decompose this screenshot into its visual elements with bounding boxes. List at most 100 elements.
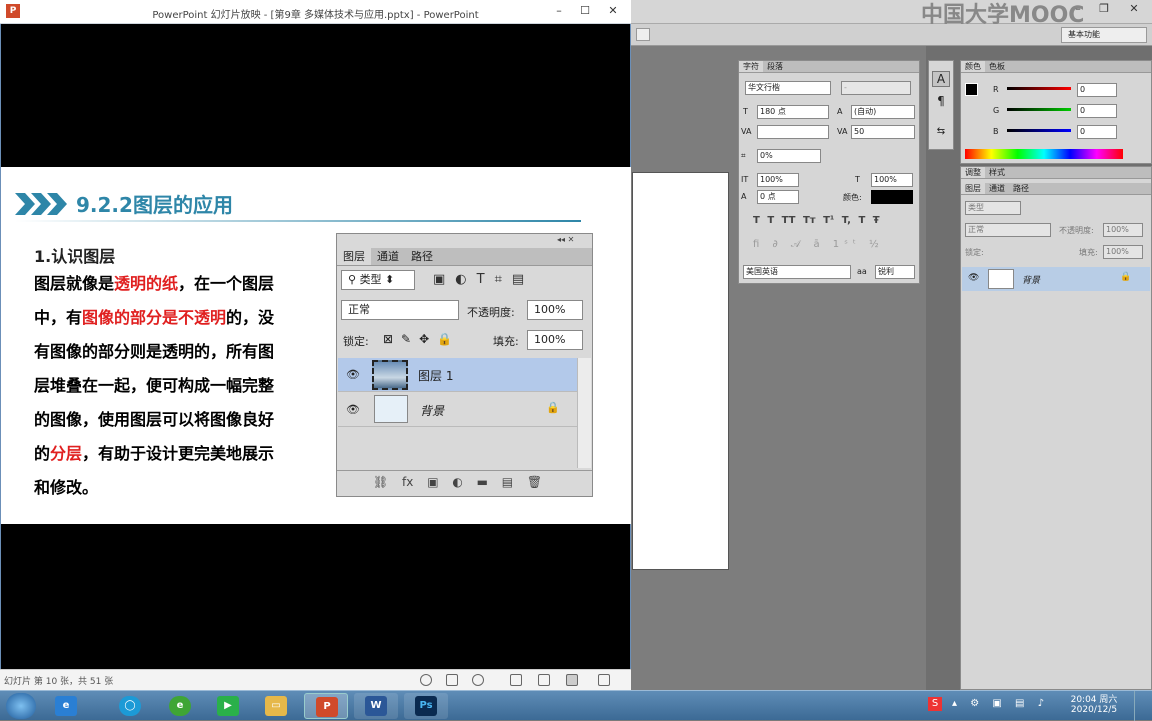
lock-label: 锁定: xyxy=(343,335,369,348)
language-select[interactable]: 美国英语 xyxy=(743,265,851,279)
restore-icon[interactable]: ☐ xyxy=(572,2,598,20)
slide-subheading: 1.认识图层 xyxy=(34,247,116,266)
tracking-field[interactable]: 50 xyxy=(851,125,915,139)
tab-swatches[interactable]: 色板 xyxy=(985,61,1009,72)
taskbar-video[interactable]: ▶ xyxy=(206,693,250,719)
tab-styles[interactable]: 样式 xyxy=(985,167,1009,178)
photoshop-options-bar: 基本功能 xyxy=(631,24,1152,46)
history-icon[interactable]: ⇆ xyxy=(932,126,950,142)
taskbar-ie[interactable]: e xyxy=(44,693,88,719)
green-slider[interactable] xyxy=(1007,108,1071,111)
tsume-field[interactable]: 0% xyxy=(757,149,821,163)
clock-date[interactable]: 2020/12/5 xyxy=(1066,705,1122,715)
photoshop-icon: Ps xyxy=(415,696,437,716)
browser-icon: ◯ xyxy=(119,696,141,716)
taskbar: e ◯ e ▶ ▭ P W Ps S ▴ ⚙ ▣ ▤ ♪ 20:04 周六 20… xyxy=(0,690,1152,721)
opacity-label: 不透明度: xyxy=(467,306,515,319)
sorter-view-icon[interactable] xyxy=(538,674,550,686)
foreground-color-swatch[interactable] xyxy=(965,83,978,96)
eye-icon: 👁 xyxy=(346,403,360,416)
tab-paragraph[interactable]: 段落 xyxy=(763,61,787,72)
text-style-button[interactable]: T xyxy=(753,215,767,226)
opacity-field[interactable]: 100% xyxy=(1103,223,1143,237)
blue-slider[interactable] xyxy=(1007,129,1071,132)
blend-mode-select[interactable]: 正常 xyxy=(965,223,1051,237)
folder-icon: ▭ xyxy=(265,696,287,716)
opacity-field: 100% xyxy=(527,300,583,320)
slide[interactable]: 9.2.2图层的应用 1.认识图层 图层就像是透明的纸，在一个图层 中，有图像的部… xyxy=(1,167,631,524)
workspace-select[interactable]: 基本功能 xyxy=(1061,27,1147,43)
text-style-button[interactable]: T¹ xyxy=(823,215,842,226)
tab-adjustments[interactable]: 调整 xyxy=(961,167,985,178)
taskbar-powerpoint[interactable]: P xyxy=(304,693,348,719)
prev-icon[interactable] xyxy=(420,674,432,686)
restore-icon[interactable]: ❐ xyxy=(1091,0,1117,18)
document-canvas[interactable] xyxy=(632,172,729,570)
vertical-scale-field[interactable]: 100% xyxy=(757,173,799,187)
text-tool-icon[interactable]: A xyxy=(932,71,950,87)
options-button[interactable] xyxy=(636,28,650,41)
show-desktop-button[interactable] xyxy=(1134,691,1152,721)
taskbar-browser[interactable]: ◯ xyxy=(108,693,152,719)
paragraph-icon[interactable]: ¶ xyxy=(932,94,950,110)
color-spectrum[interactable] xyxy=(965,149,1123,159)
text-style-button[interactable]: Ŧ xyxy=(873,215,880,226)
antialias-select[interactable]: 锐利 xyxy=(875,265,915,279)
kerning-field[interactable] xyxy=(757,125,829,139)
font-style-select[interactable]: - xyxy=(841,81,911,95)
horizontal-scale-field[interactable]: 100% xyxy=(871,173,913,187)
eye-icon: 👁 xyxy=(346,368,360,381)
font-family-select[interactable]: 华文行楷 xyxy=(745,81,831,95)
tab-paths[interactable]: 路径 xyxy=(1009,183,1033,194)
font-size-field[interactable]: 180 点 xyxy=(757,105,829,119)
ps-layer-background[interactable]: 👁 背景 🔒 xyxy=(962,267,1150,291)
sogou-icon[interactable]: S xyxy=(928,697,942,711)
window-title: PowerPoint 幻灯片放映 - [第9章 多媒体技术与应用.pptx] -… xyxy=(152,10,479,21)
slide-body-line: 中，有图像的部分是不透明的，没 xyxy=(34,301,274,335)
start-button[interactable] xyxy=(6,693,36,719)
blue-value[interactable]: 0 xyxy=(1077,125,1117,139)
next-icon[interactable] xyxy=(472,674,484,686)
fill-field[interactable]: 100% xyxy=(1103,245,1143,259)
baseline-field[interactable]: 0 点 xyxy=(757,190,799,204)
close-icon[interactable]: ✕ xyxy=(600,2,626,20)
red-slider[interactable] xyxy=(1007,87,1071,90)
red-value[interactable]: 0 xyxy=(1077,83,1117,97)
close-icon[interactable]: ✕ xyxy=(1121,0,1147,18)
blend-mode-select: 正常 xyxy=(341,300,459,320)
layer-filter-select[interactable]: 类型 xyxy=(965,201,1021,215)
green-value[interactable]: 0 xyxy=(1077,104,1117,118)
text-style-button[interactable]: T xyxy=(858,215,872,226)
text-style-button[interactable]: Tт xyxy=(803,215,823,226)
tray-icons[interactable]: ▴ ⚙ ▣ ▤ ♪ xyxy=(952,698,1049,709)
body-text: 有图像的部分则是透明的，所有图 xyxy=(34,342,275,361)
taskbar-photoshop[interactable]: Ps xyxy=(404,693,448,719)
tab-layers[interactable]: 图层 xyxy=(961,183,985,194)
menu-icon[interactable] xyxy=(446,674,458,686)
opacity-label: 不透明度: xyxy=(1059,226,1094,235)
slideshow-icon[interactable] xyxy=(598,674,610,686)
taskbar-explorer[interactable]: ▭ xyxy=(254,693,298,719)
tab-color[interactable]: 颜色 xyxy=(961,61,985,72)
minimize-icon[interactable]: – xyxy=(546,2,572,20)
normal-view-icon[interactable] xyxy=(510,674,522,686)
taskbar-word[interactable]: W xyxy=(354,693,398,719)
reading-view-icon[interactable] xyxy=(566,674,578,686)
text-style-button[interactable]: TT xyxy=(782,215,803,226)
slide-body-line: 图层就像是透明的纸，在一个图层 xyxy=(34,267,274,301)
tab-channels[interactable]: 通道 xyxy=(985,183,1009,194)
leading-field[interactable]: (自动) xyxy=(851,105,915,119)
layer-thumbnail xyxy=(374,395,408,423)
body-text: 的图像，使用图层可以将图像良好 xyxy=(34,410,275,429)
text-style-button[interactable]: T, xyxy=(842,215,859,226)
taskbar-360[interactable]: e xyxy=(158,693,202,719)
minimize-icon[interactable]: – xyxy=(1065,0,1091,18)
slide-body-line: 和修改。 xyxy=(34,471,98,505)
highlight-text: 透明的纸 xyxy=(114,274,179,293)
text-style-button[interactable]: T xyxy=(767,215,781,226)
eye-icon[interactable]: 👁 xyxy=(968,273,979,283)
text-style-buttons[interactable]: T T TT Tт T¹ T, T Ŧ xyxy=(753,215,913,226)
clock-time[interactable]: 20:04 周六 xyxy=(1066,692,1122,705)
text-color-swatch[interactable] xyxy=(871,190,913,204)
tab-character[interactable]: 字符 xyxy=(739,61,763,72)
